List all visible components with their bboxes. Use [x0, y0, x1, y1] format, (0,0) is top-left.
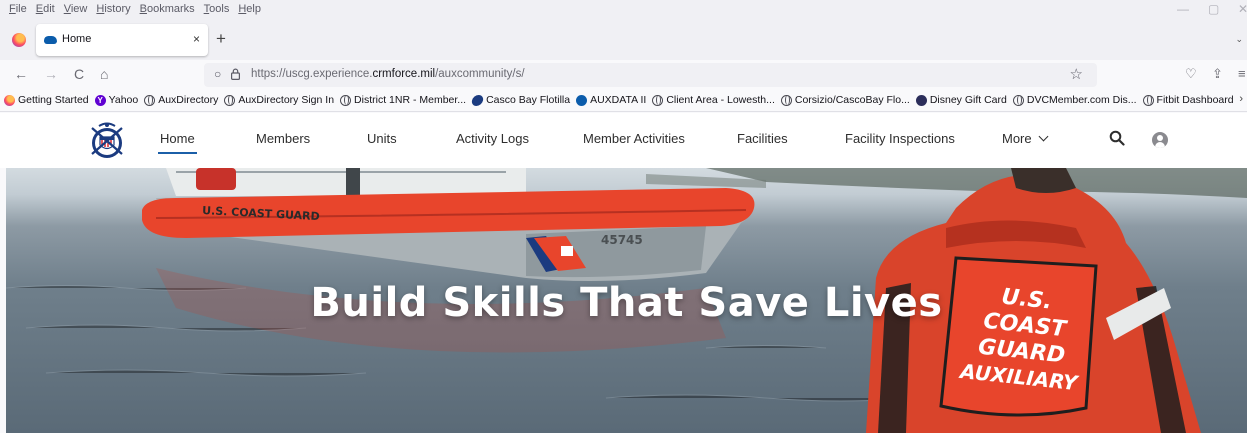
firefox-icon	[4, 94, 15, 106]
bookmark-item[interactable]: AuxDirectory Sign In	[224, 94, 334, 106]
bookmark-label: Client Area - Lowesth...	[666, 94, 775, 106]
firefox-view-icon[interactable]	[12, 33, 26, 47]
bookmark-item[interactable]: Disney Gift Card	[915, 94, 1007, 106]
close-window-icon[interactable]: ✕	[1238, 2, 1247, 16]
nav-home[interactable]: Home	[158, 131, 197, 154]
bookmark-label: AuxDirectory Sign In	[238, 94, 335, 106]
minimize-icon[interactable]: —	[1177, 2, 1189, 16]
share-icon[interactable]: ⇪	[1212, 66, 1223, 82]
lock-icon[interactable]	[231, 68, 240, 80]
menu-item-edit[interactable]: Edit	[36, 3, 55, 15]
tab-home[interactable]: Home ×	[36, 24, 208, 56]
globe-icon	[144, 94, 156, 106]
list-tabs-chevron-icon[interactable]: ⌄	[1235, 34, 1243, 45]
bookmark-item[interactable]: AUXDATA II	[576, 94, 646, 106]
user-avatar-icon[interactable]	[1152, 132, 1168, 148]
cloud-favicon-icon	[44, 36, 57, 44]
hero-title: Build Skills That Save Lives	[310, 280, 943, 326]
casco-icon	[470, 94, 485, 106]
home-button[interactable]: ⌂	[100, 66, 108, 82]
coast-guard-auxiliary-logo[interactable]	[86, 120, 128, 162]
nav-facility-inspections[interactable]: Facility Inspections	[845, 131, 955, 146]
bookmark-label: Yahoo	[108, 94, 139, 106]
bookmarks-overflow-icon[interactable]: ›	[1239, 93, 1243, 105]
reload-button[interactable]: C	[74, 66, 84, 82]
bookmark-label: Disney Gift Card	[929, 94, 1007, 106]
bookmark-item[interactable]: Getting Started	[4, 94, 89, 106]
tab-close-icon[interactable]: ×	[193, 32, 200, 46]
menu-item-help[interactable]: Help	[238, 3, 261, 15]
bookmark-label: Corsizio/CascoBay Flo...	[794, 94, 910, 106]
tab-title: Home	[62, 33, 92, 45]
yahoo-icon: Y	[94, 94, 106, 106]
cloud-icon	[576, 94, 588, 106]
nav-members[interactable]: Members	[256, 131, 310, 146]
nav-member-activities[interactable]: Member Activities	[583, 131, 685, 146]
menu-item-view[interactable]: View	[64, 3, 88, 15]
browser-menu-bar: File Edit View History Bookmarks Tools Help — …	[0, 0, 1247, 20]
bookmark-label: Casco Bay Flotilla	[486, 94, 571, 106]
menu-icon[interactable]: ≡	[1238, 66, 1246, 82]
globe-icon	[340, 94, 352, 106]
globe-icon	[780, 94, 792, 106]
hero-banner: U.S. COAST GUARD 45745 U.S. COAST GUARD …	[6, 168, 1247, 433]
maximize-icon[interactable]: ▢	[1208, 2, 1219, 16]
bookmark-label: Fitbit Dashboard	[1156, 94, 1234, 106]
nav-facilities[interactable]: Facilities	[737, 131, 788, 146]
bookmark-label: AUXDATA II	[590, 94, 647, 106]
bookmarks-toolbar: Getting Started Y Yahoo AuxDirectory AuxDire…	[0, 90, 1247, 112]
bookmark-item[interactable]: AuxDirectory	[144, 94, 218, 106]
search-icon[interactable]	[1109, 130, 1125, 146]
pocket-icon[interactable]: ♡	[1185, 66, 1197, 82]
site-header: Home Members Units Activity Logs Member …	[0, 113, 1247, 168]
nav-units[interactable]: Units	[367, 131, 397, 146]
globe-icon	[652, 94, 664, 106]
menu-item-file[interactable]: File	[9, 3, 27, 15]
nav-more-label: More	[1002, 131, 1032, 146]
bookmark-item[interactable]: Client Area - Lowesth...	[652, 94, 775, 106]
disney-icon	[915, 94, 927, 106]
tab-strip: Home × + ⌄	[0, 20, 1247, 60]
bookmark-item[interactable]: Casco Bay Flotilla	[470, 94, 571, 106]
menu-items: File Edit View History Bookmarks Tools Help	[9, 3, 261, 15]
url-text[interactable]: https://uscg.experience.crmforce.mil/aux…	[251, 68, 525, 80]
boat-number: 45745	[601, 233, 643, 247]
bookmark-label: AuxDirectory	[158, 94, 219, 106]
bookmark-item[interactable]: Y Yahoo	[94, 94, 139, 106]
nav-more[interactable]: More	[1002, 131, 1049, 146]
bookmarks-list: Getting Started Y Yahoo AuxDirectory AuxDire…	[4, 94, 1234, 106]
tracking-protection-icon[interactable]: ○	[214, 67, 221, 81]
new-tab-button[interactable]: +	[216, 30, 226, 47]
url-bar[interactable]: ○ https://uscg.experience.crmforce.mil/a…	[204, 63, 1097, 87]
bookmark-label: Getting Started	[18, 94, 89, 106]
globe-icon	[1012, 94, 1024, 106]
menu-item-bookmarks[interactable]: Bookmarks	[140, 3, 195, 15]
menu-item-history[interactable]: History	[96, 3, 130, 15]
bookmark-item[interactable]: Fitbit Dashboard	[1142, 94, 1234, 106]
navigation-toolbar: ← → C ⌂ ○ https://uscg.experience.crmfor…	[0, 60, 1247, 90]
nav-activity-logs[interactable]: Activity Logs	[456, 131, 529, 146]
menu-item-tools[interactable]: Tools	[204, 3, 230, 15]
bookmark-item[interactable]: District 1NR - Member...	[340, 94, 466, 106]
globe-icon	[224, 94, 236, 106]
chevron-down-icon	[1038, 131, 1049, 142]
bookmark-item[interactable]: Corsizio/CascoBay Flo...	[780, 94, 910, 106]
bookmark-star-icon[interactable]: ☆	[1070, 65, 1083, 83]
bookmark-item[interactable]: DVCMember.com Dis...	[1012, 94, 1137, 106]
bookmark-label: DVCMember.com Dis...	[1026, 94, 1137, 106]
globe-icon	[1142, 94, 1154, 106]
bookmark-label: District 1NR - Member...	[354, 94, 467, 106]
forward-button[interactable]: →	[44, 66, 58, 82]
back-button[interactable]: ←	[14, 66, 28, 82]
